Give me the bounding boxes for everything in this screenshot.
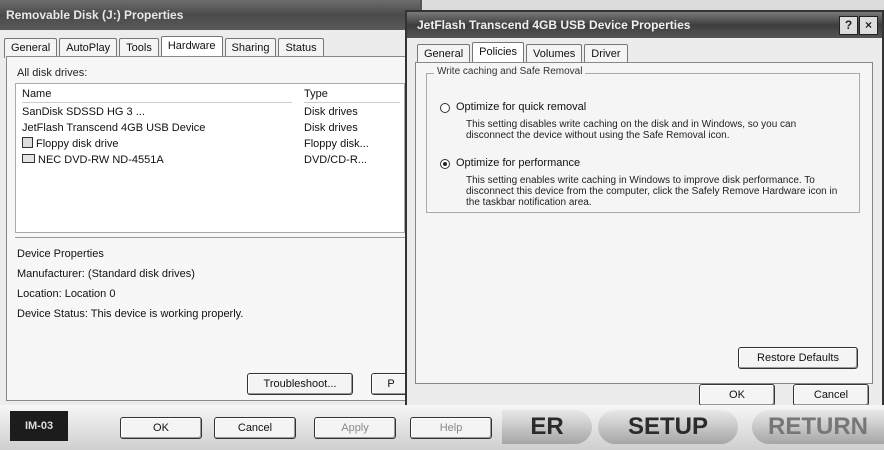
floppy-icon xyxy=(22,137,33,148)
drive-name: NEC DVD-RW ND-4551A xyxy=(38,154,164,166)
back-dialog-title: Removable Disk (J:) Properties xyxy=(0,0,420,30)
nav-partial-button[interactable]: ER xyxy=(502,410,592,444)
device-properties-group: Device Properties Manufacturer: (Standar… xyxy=(15,237,405,388)
close-icon[interactable]: × xyxy=(859,16,878,35)
performance-description: This setting enables write caching in Wi… xyxy=(466,175,838,208)
drive-row[interactable]: JetFlash Transcend 4GB USB Device xyxy=(22,120,205,136)
column-header-type[interactable]: Type xyxy=(304,86,400,103)
front-dialog-title: JetFlash Transcend 4GB USB Device Proper… xyxy=(407,12,882,38)
cancel-button[interactable]: Cancel xyxy=(214,417,296,439)
drive-name: Floppy disk drive xyxy=(36,138,119,150)
logo: IM-03 xyxy=(10,411,68,441)
quick-removal-description: This setting disables write caching on t… xyxy=(466,119,797,141)
location-text: Location: Location 0 xyxy=(17,288,116,300)
bottom-bar: IM-03 OK Cancel Apply Help ER SETUP RETU… xyxy=(0,405,884,450)
drive-row[interactable]: SanDisk SDSSD HG 3 ... xyxy=(22,104,145,120)
performance-radio[interactable] xyxy=(440,159,450,169)
quick-removal-label[interactable]: Optimize for quick removal xyxy=(456,101,586,113)
help-icon[interactable]: ? xyxy=(839,16,858,35)
manufacturer-text: Manufacturer: (Standard disk drives) xyxy=(17,268,195,280)
removable-disk-properties-dialog: Removable Disk (J:) Properties General A… xyxy=(0,0,422,405)
ok-button[interactable]: OK xyxy=(699,384,775,406)
apply-button[interactable]: Apply xyxy=(314,417,396,439)
tab-sharing[interactable]: Sharing xyxy=(224,38,277,58)
tab-hardware[interactable]: Hardware xyxy=(160,36,223,58)
return-button[interactable]: RETURN xyxy=(752,410,884,444)
write-caching-group-label: Write caching and Safe Removal xyxy=(434,66,586,77)
front-dialog-tabs: General Policies Volumes Driver xyxy=(417,42,628,64)
drive-name: JetFlash Transcend 4GB USB Device xyxy=(22,122,206,134)
drive-row[interactable]: Floppy disk drive xyxy=(22,136,119,152)
device-properties-label: Device Properties xyxy=(17,248,104,260)
cancel-button[interactable]: Cancel xyxy=(793,384,869,406)
ok-button[interactable]: OK xyxy=(120,417,202,439)
tab-autoplay[interactable]: AutoPlay xyxy=(59,38,118,58)
tab-general[interactable]: General xyxy=(417,44,471,64)
setup-button[interactable]: SETUP xyxy=(598,410,738,444)
tab-driver[interactable]: Driver xyxy=(584,44,628,64)
drive-type: Disk drives xyxy=(304,122,358,134)
all-disk-drives-label: All disk drives: xyxy=(17,67,88,79)
performance-label[interactable]: Optimize for performance xyxy=(456,157,580,169)
tab-tools[interactable]: Tools xyxy=(119,38,159,58)
drive-type: Disk drives xyxy=(304,106,358,118)
back-dialog-tabs: General AutoPlay Tools Hardware Sharing … xyxy=(4,36,324,58)
troubleshoot-button[interactable]: Troubleshoot... xyxy=(247,373,353,395)
tab-policies[interactable]: Policies xyxy=(472,42,525,64)
tab-volumes[interactable]: Volumes xyxy=(526,44,583,64)
column-header-name[interactable]: Name xyxy=(22,86,292,103)
drives-list[interactable]: Name Type SanDisk SDSSD HG 3 ... Disk dr… xyxy=(15,83,405,233)
help-button[interactable]: Help xyxy=(410,417,492,439)
tab-status[interactable]: Status xyxy=(278,38,324,58)
policies-panel: Write caching and Safe Removal Optimize … xyxy=(415,62,873,384)
hardware-panel: All disk drives: Name Type SanDisk SDSSD… xyxy=(6,56,414,401)
drive-type: Floppy disk... xyxy=(304,138,369,150)
restore-defaults-button[interactable]: Restore Defaults xyxy=(738,347,858,369)
usb-device-properties-dialog: JetFlash Transcend 4GB USB Device Proper… xyxy=(405,10,884,410)
tab-general[interactable]: General xyxy=(4,38,58,58)
drive-type: DVD/CD-R... xyxy=(304,154,367,166)
dvd-drive-icon xyxy=(22,154,35,163)
device-status-text: Device Status: This device is working pr… xyxy=(17,308,244,320)
quick-removal-radio[interactable] xyxy=(440,103,450,113)
drive-row[interactable]: NEC DVD-RW ND-4551A xyxy=(22,152,164,168)
drive-name: SanDisk SDSSD HG 3 ... xyxy=(22,106,145,118)
